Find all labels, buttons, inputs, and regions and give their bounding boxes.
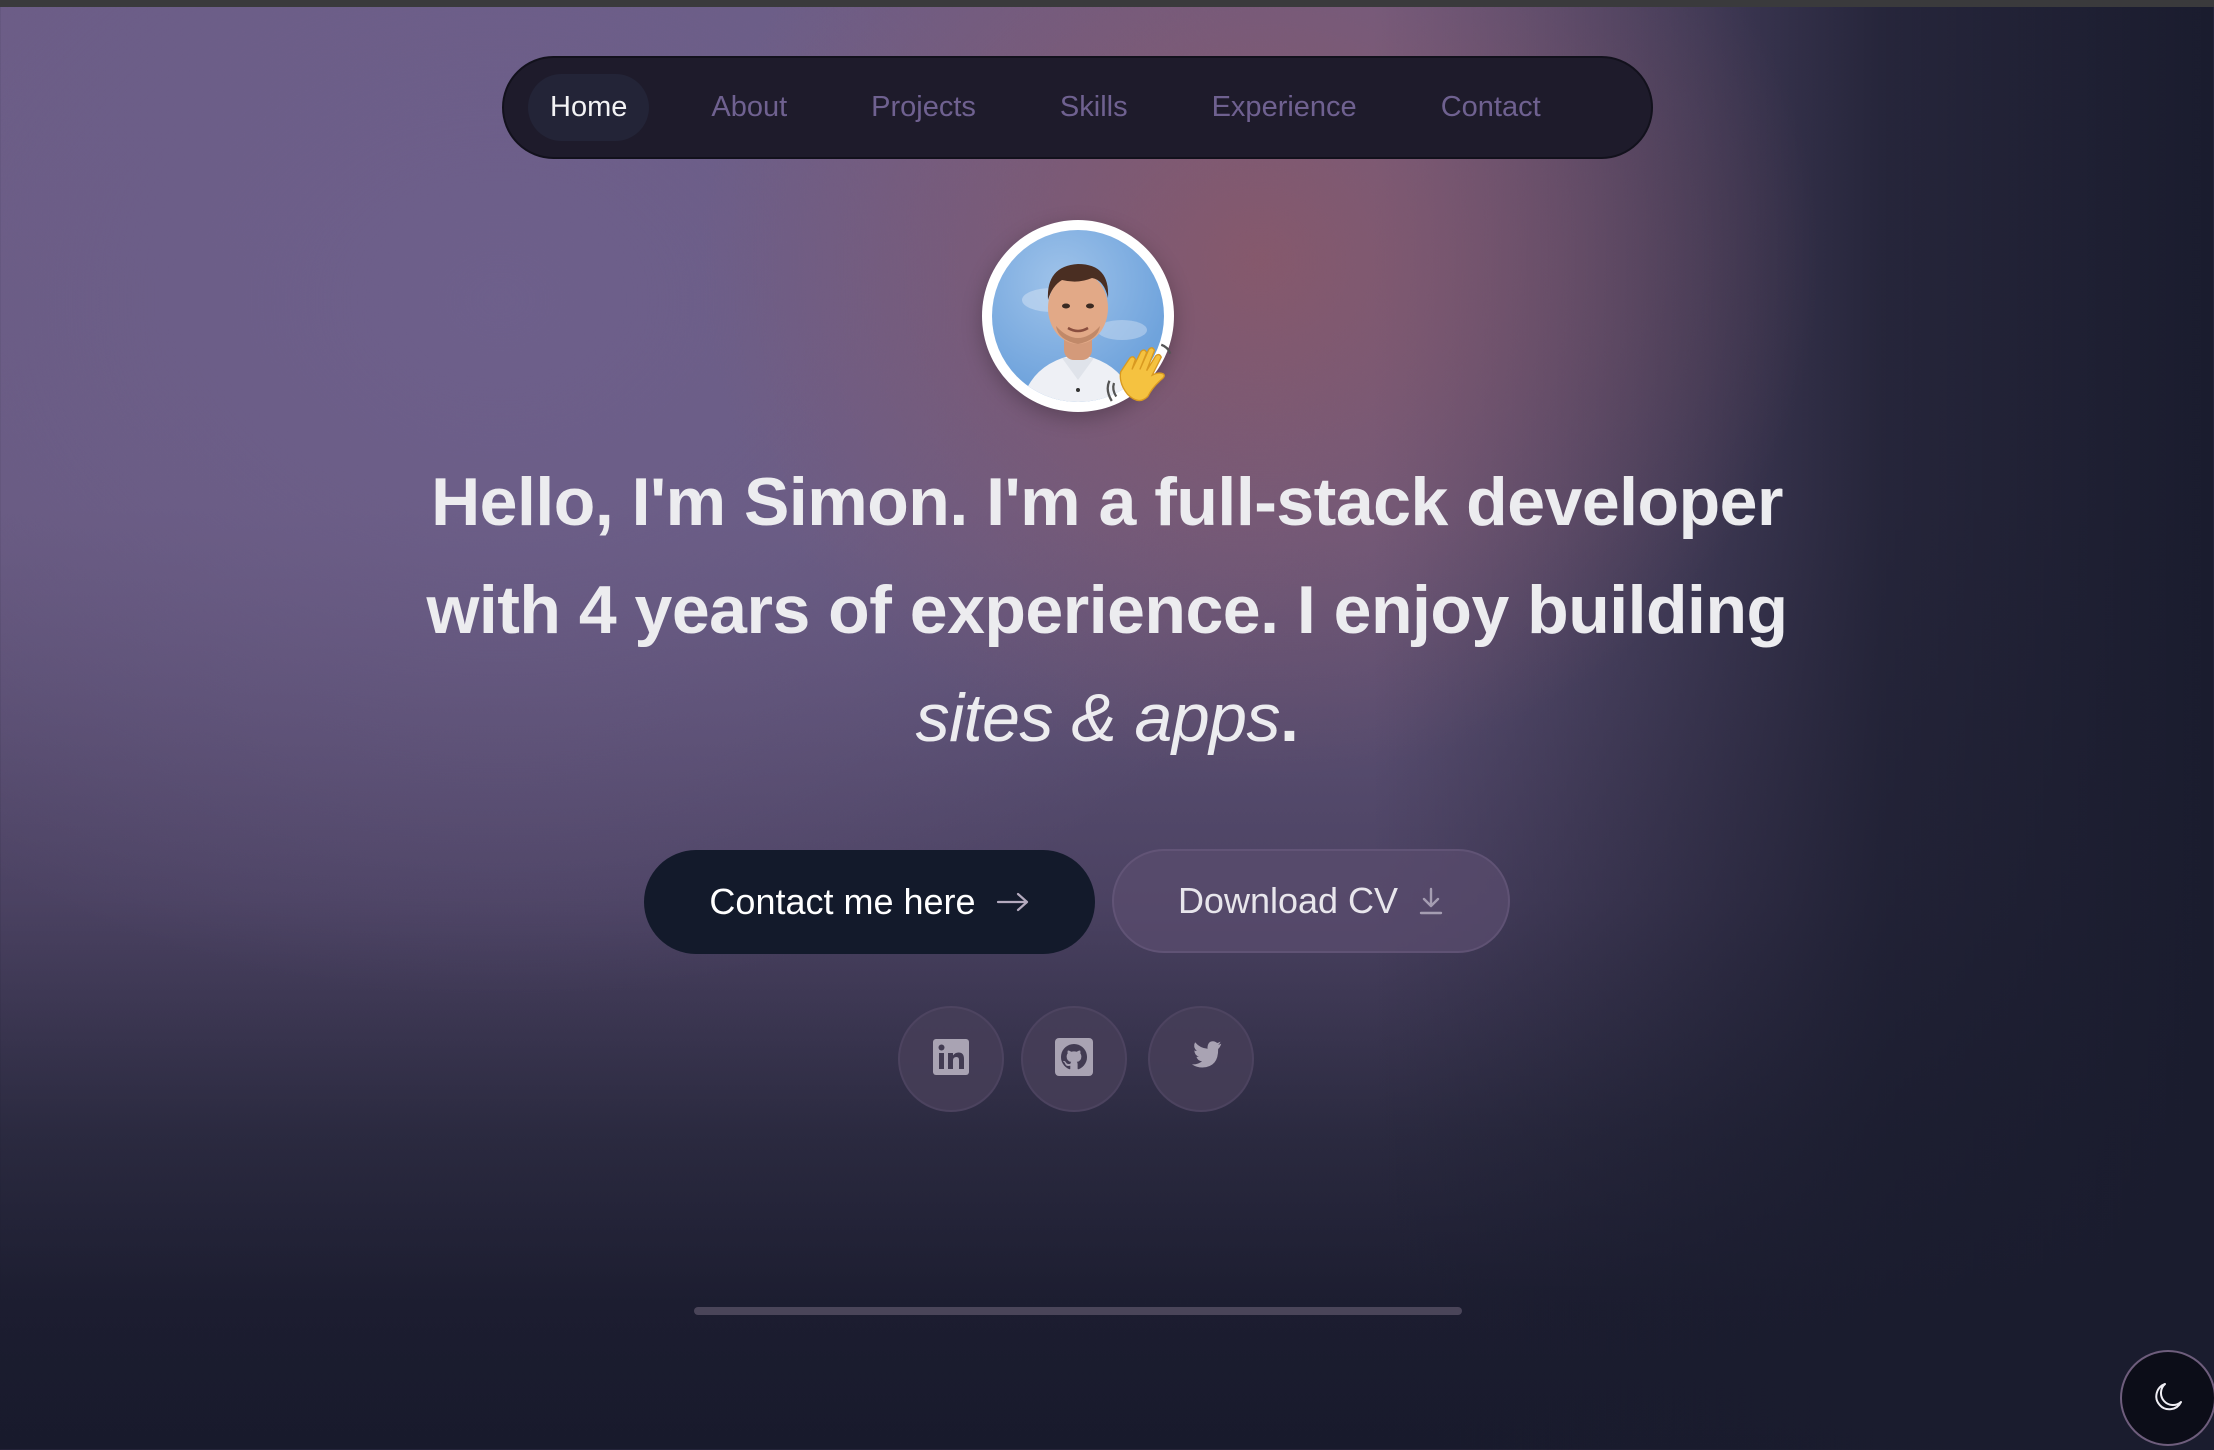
arrow-right-icon <box>996 891 1030 913</box>
download-icon <box>1418 886 1444 916</box>
headline-name: Hello, I'm Simon. <box>431 464 968 540</box>
headline-text: of experience. I enjoy building <box>809 572 1788 648</box>
nav-item-experience[interactable]: Experience <box>1190 74 1379 141</box>
nav-item-skills[interactable]: Skills <box>1038 74 1150 141</box>
theme-toggle-button[interactable] <box>2120 1350 2214 1446</box>
browser-top-strip <box>0 0 2214 7</box>
github-link[interactable] <box>1021 1006 1127 1112</box>
linkedin-icon <box>933 1038 969 1080</box>
moon-icon <box>2151 1380 2185 1417</box>
linkedin-link[interactable] <box>898 1006 1004 1112</box>
section-divider <box>694 1307 1462 1315</box>
headline-line-3: sites & apps. <box>207 664 2007 772</box>
headline-line-2: with 4 years of experience. I enjoy buil… <box>207 556 2007 664</box>
nav-item-projects[interactable]: Projects <box>849 74 998 141</box>
main-nav: Home About Projects Skills Experience Co… <box>502 56 1653 159</box>
twitter-link[interactable] <box>1148 1006 1254 1112</box>
headline-line-1: Hello, I'm Simon. I'm a full-stack devel… <box>207 448 2007 556</box>
contact-button[interactable]: Contact me here <box>644 850 1095 954</box>
nav-item-home[interactable]: Home <box>528 74 650 141</box>
twitter-icon <box>1180 1039 1222 1080</box>
headline-text: I'm a <box>967 464 1155 540</box>
headline-role: full-stack developer <box>1154 464 1783 540</box>
contact-button-label: Contact me here <box>709 881 976 922</box>
headline-focus: sites & apps <box>915 680 1281 756</box>
hero-headline: Hello, I'm Simon. I'm a full-stack devel… <box>207 448 2007 772</box>
download-cv-button[interactable]: Download CV <box>1112 849 1510 953</box>
waving-hand-icon <box>1105 338 1177 410</box>
download-cv-label: Download CV <box>1177 880 1399 921</box>
github-icon <box>1055 1037 1093 1081</box>
headline-period: . <box>1280 680 1299 756</box>
headline-text: with <box>426 572 579 648</box>
nav-item-about[interactable]: About <box>689 74 809 141</box>
nav-item-contact[interactable]: Contact <box>1419 74 1563 141</box>
headline-years: 4 years <box>578 572 810 648</box>
